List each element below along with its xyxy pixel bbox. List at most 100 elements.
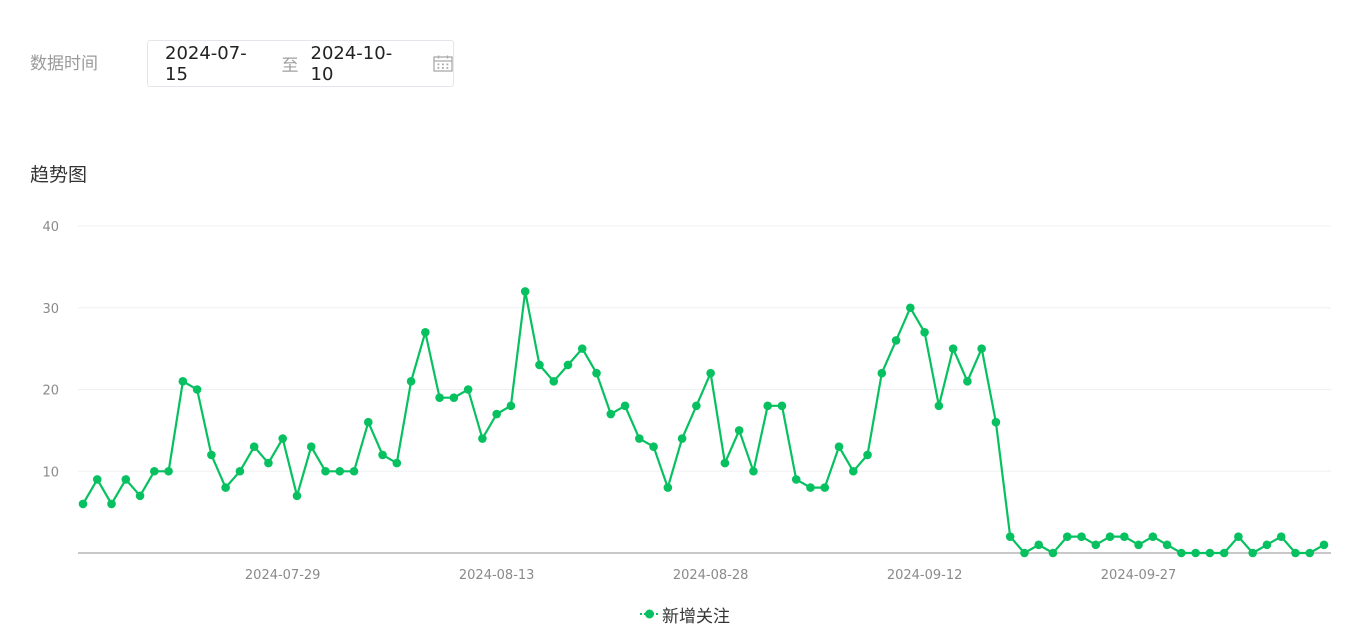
data-point [249, 442, 259, 452]
data-point [1219, 548, 1229, 558]
data-point [1319, 540, 1329, 550]
data-point [535, 360, 544, 370]
data-point [877, 368, 887, 378]
data-point [121, 475, 131, 484]
data-point [677, 434, 687, 443]
data-point [306, 442, 316, 452]
data-point [777, 401, 787, 411]
date-filter-label: 数据时间 [30, 54, 98, 74]
data-point [1276, 532, 1286, 541]
data-point [1234, 532, 1243, 541]
date-filter: 数据时间 2024-07-15 至 2024-10-10 [30, 40, 454, 87]
data-point [221, 483, 230, 492]
data-point [1305, 548, 1315, 558]
data-point [135, 491, 145, 501]
data-point [649, 442, 658, 452]
data-point [606, 409, 616, 419]
section-title: 趋势图 [30, 164, 88, 186]
data-point [1005, 532, 1015, 541]
data-point [706, 368, 715, 378]
data-point [506, 401, 516, 411]
data-point [963, 377, 972, 386]
y-tick-label: 40 [42, 220, 59, 235]
data-point [107, 499, 116, 509]
data-point [1134, 540, 1143, 550]
data-point [478, 434, 487, 443]
data-point [806, 483, 815, 492]
x-tick-label: 2024-09-12 [887, 568, 963, 583]
data-point [463, 385, 473, 394]
x-tick-label: 2024-09-27 [1101, 568, 1177, 583]
x-tick-label: 2024-08-13 [459, 568, 535, 583]
data-point [264, 458, 273, 468]
data-point [749, 466, 758, 476]
y-tick-label: 30 [42, 302, 59, 317]
y-tick-label: 10 [42, 465, 59, 480]
data-point [1034, 540, 1044, 550]
data-point [906, 303, 915, 313]
data-point [192, 385, 202, 394]
data-point [449, 393, 459, 402]
data-point [663, 483, 673, 492]
data-point [1291, 548, 1300, 558]
date-separator: 至 [281, 56, 299, 76]
data-point [278, 434, 288, 443]
y-tick-label: 20 [42, 384, 59, 399]
data-point [321, 466, 330, 476]
data-point [1048, 548, 1058, 558]
data-point [620, 401, 630, 411]
legend-marker-icon [640, 609, 659, 619]
data-point [1062, 532, 1072, 541]
data-point [1148, 532, 1158, 541]
data-point [292, 491, 302, 501]
x-tick-label: 2024-08-28 [673, 568, 749, 583]
data-point [406, 377, 416, 386]
data-point [520, 287, 530, 296]
end-date[interactable]: 2024-10-10 [311, 43, 416, 85]
series-line [82, 290, 1325, 555]
data-point [1191, 548, 1200, 558]
data-point [592, 368, 601, 378]
data-point [848, 466, 858, 476]
data-point [1119, 532, 1129, 541]
data-point [948, 344, 958, 353]
data-point [1262, 540, 1272, 550]
data-point [563, 360, 573, 370]
data-point [720, 458, 730, 468]
data-point [363, 417, 373, 427]
data-point [1105, 532, 1115, 541]
data-point [1020, 548, 1029, 558]
data-point [991, 417, 1001, 427]
data-point [934, 401, 944, 411]
data-point [392, 458, 402, 468]
data-point [421, 327, 430, 337]
data-point [349, 466, 359, 476]
data-point [549, 377, 559, 386]
data-point [335, 466, 345, 476]
data-point [492, 409, 501, 419]
data-point [734, 426, 744, 435]
calendar-icon[interactable] [433, 55, 453, 72]
data-point [577, 344, 587, 353]
data-point [378, 450, 387, 460]
start-date[interactable]: 2024-07-15 [165, 43, 270, 85]
data-point [235, 466, 245, 476]
data-point [791, 475, 801, 484]
data-point [1248, 548, 1257, 558]
data-point [207, 450, 216, 460]
chart-legend[interactable]: 新增关注 [640, 602, 730, 627]
data-point [863, 450, 872, 460]
legend-label: 新增关注 [662, 606, 730, 627]
data-point [435, 393, 444, 402]
data-point [820, 483, 830, 492]
data-point [763, 401, 772, 411]
data-point [635, 434, 644, 443]
data-point [891, 336, 901, 345]
data-point [1077, 532, 1086, 541]
data-point [92, 475, 102, 484]
data-point [1162, 540, 1172, 550]
data-point [1177, 548, 1186, 558]
data-point [164, 466, 173, 476]
date-range-picker[interactable]: 2024-07-15 至 2024-10-10 [147, 40, 454, 87]
trend-chart: 10 20 30 40 2024-07-29 2024-08-13 2024-08-28 20… [42, 220, 1331, 583]
